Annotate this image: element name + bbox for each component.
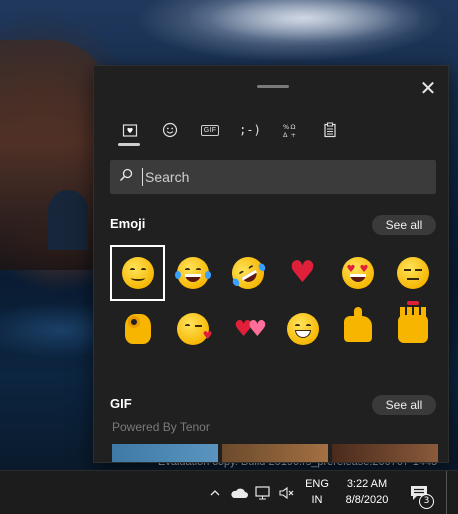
input-language-indicator[interactable]: ENG IN	[302, 476, 332, 508]
red-heart-icon: ♥	[289, 255, 316, 290]
clipboard-icon	[324, 122, 336, 138]
language-code: ENG	[305, 478, 329, 490]
language-region: IN	[311, 494, 323, 506]
gif-thumbnail[interactable]	[332, 444, 438, 462]
two-hearts-icon: ♥♥	[233, 316, 267, 342]
emoji-ok-hand[interactable]	[110, 301, 165, 357]
search-icon	[110, 168, 142, 186]
emoji-thumbs-up[interactable]	[330, 301, 385, 357]
tab-symbols[interactable]: % Ω Δ +	[270, 114, 310, 146]
raising-hands-icon	[397, 301, 428, 343]
onedrive-cloud-icon[interactable]	[228, 471, 250, 514]
close-button[interactable]: ✕	[416, 76, 440, 100]
emoji-blowing-kiss[interactable]: ♥	[165, 301, 220, 357]
gif-strip	[112, 444, 438, 462]
gif-thumbnail[interactable]	[222, 444, 328, 462]
blowing-kiss-icon: ♥	[176, 313, 213, 345]
heart-icon	[122, 124, 138, 137]
smiling-face-icon	[121, 257, 154, 289]
svg-text:+: +	[291, 131, 296, 138]
panel-tabs: GIF ;-) % Ω Δ +	[110, 114, 350, 146]
taskbar: ENG IN 3:22 AM 8/8/2020 3	[0, 470, 458, 514]
emoji-tears-of-joy[interactable]	[165, 245, 220, 301]
tab-smileys[interactable]	[150, 114, 190, 146]
symbols-icon: % Ω Δ +	[283, 123, 296, 138]
emoji-panel: ✕ GIF ;-) % Ω Δ + Search Emoji See all ♥…	[93, 65, 449, 463]
show-desktop-button[interactable]	[446, 471, 448, 514]
emoji-rofl[interactable]	[220, 245, 275, 301]
gif-tab-label: GIF	[200, 124, 220, 136]
tab-kaomoji[interactable]: ;-)	[230, 114, 270, 146]
tab-clipboard[interactable]	[310, 114, 350, 146]
volume-muted-icon[interactable]	[276, 471, 298, 514]
emoji-two-hearts[interactable]: ♥♥	[220, 301, 275, 357]
taskbar-clock[interactable]: 3:22 AM 8/8/2020	[338, 476, 396, 508]
tab-gif[interactable]: GIF	[190, 114, 230, 146]
emoji-see-all-button[interactable]: See all	[372, 215, 436, 235]
rofl-icon	[225, 251, 270, 295]
emoji-red-heart[interactable]: ♥	[275, 245, 330, 301]
svg-text:Δ: Δ	[283, 131, 288, 138]
emoji-raising-hands[interactable]	[385, 301, 440, 357]
drag-handle[interactable]	[257, 85, 289, 88]
gif-thumbnail[interactable]	[112, 444, 218, 462]
unamused-face-icon	[396, 257, 429, 289]
gif-section-title: GIF	[110, 396, 132, 411]
tab-most-used[interactable]	[110, 114, 150, 146]
emoji-grinning[interactable]	[275, 301, 330, 357]
search-box	[110, 160, 436, 194]
kaomoji-tab-label: ;-)	[239, 123, 261, 137]
chevron-up-icon[interactable]	[204, 471, 226, 514]
wallpaper-rock-arch	[48, 190, 88, 250]
wallpaper-cloud	[190, 0, 420, 45]
clock-time: 3:22 AM	[346, 478, 388, 490]
gif-see-all-button[interactable]: See all	[372, 395, 436, 415]
emoji-heart-eyes[interactable]: ♥ ♥	[330, 245, 385, 301]
ok-hand-icon	[124, 314, 151, 344]
svg-text:Ω: Ω	[291, 123, 296, 131]
action-center-button[interactable]: 3	[404, 477, 434, 509]
powered-by-tenor: Powered By Tenor	[112, 420, 210, 434]
clock-date: 8/8/2020	[345, 494, 389, 506]
tears-of-joy-icon	[174, 257, 211, 289]
notification-count-badge: 3	[419, 494, 434, 509]
emoji-section-title: Emoji	[110, 216, 146, 231]
grinning-face-icon	[286, 313, 319, 345]
emoji-grid: ♥ ♥ ♥ ♥ ♥♥	[110, 245, 440, 357]
svg-text:%: %	[283, 123, 289, 131]
heart-eyes-icon: ♥ ♥	[341, 257, 374, 289]
emoji-smiling-face[interactable]	[110, 245, 165, 301]
emoji-unamused[interactable]	[385, 245, 440, 301]
thumbs-up-icon	[343, 307, 372, 342]
smiley-icon	[162, 122, 178, 138]
search-input[interactable]	[142, 168, 436, 186]
network-icon[interactable]	[252, 471, 274, 514]
